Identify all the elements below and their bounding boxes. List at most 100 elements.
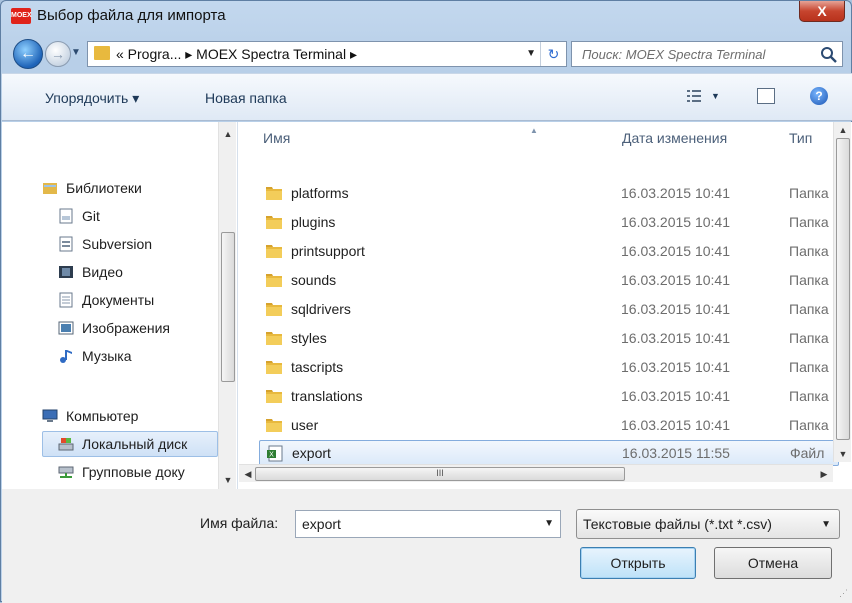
file-list-vertical-scrollbar[interactable]: ▲ ▼ (833, 122, 851, 462)
file-row[interactable]: printsupport 16.03.2015 10:41 Папка (259, 239, 839, 265)
nav-item-label: Компьютер (66, 408, 139, 424)
folder-icon (266, 390, 282, 403)
nav-scrollbar[interactable]: ▲ ▼ (218, 122, 236, 489)
app-icon: MOEX (11, 8, 32, 24)
help-icon[interactable]: ? (810, 87, 828, 105)
scroll-up-icon[interactable]: ▲ (834, 122, 852, 138)
file-row[interactable]: X export 16.03.2015 11:55 Файл (259, 440, 839, 466)
address-path[interactable]: « Progra... ▸ MOEX Spectra Terminal ▸ (116, 46, 357, 63)
nav-item-local-disk[interactable]: Локальный диск (42, 431, 218, 457)
file-name: export (292, 445, 331, 461)
file-type: Папка (789, 272, 829, 288)
column-header-date[interactable]: Дата изменения (622, 130, 727, 158)
nav-item-libraries[interactable]: Библиотеки (42, 175, 142, 201)
file-row[interactable]: sounds 16.03.2015 10:41 Папка (259, 268, 839, 294)
view-options-icon[interactable] (686, 88, 702, 104)
nav-item-subversion[interactable]: Subversion (58, 231, 152, 257)
scroll-down-icon[interactable]: ▼ (219, 472, 237, 488)
file-date: 16.03.2015 10:41 (621, 243, 730, 259)
file-name: styles (291, 330, 327, 346)
scroll-up-icon[interactable]: ▲ (219, 126, 237, 142)
file-date: 16.03.2015 10:41 (621, 272, 730, 288)
dialog-footer: Имя файла: export ▼ Текстовые файлы (*.t… (2, 489, 852, 603)
file-type: Папка (789, 214, 829, 230)
new-folder-button[interactable]: Новая папка (205, 90, 287, 106)
nav-item-music[interactable]: Музыка (58, 343, 132, 369)
nav-item-pictures[interactable]: Изображения (58, 315, 170, 341)
nav-item-git[interactable]: Git (58, 203, 100, 229)
file-row[interactable]: sqldrivers 16.03.2015 10:41 Папка (259, 297, 839, 323)
file-type: Папка (789, 417, 829, 433)
refresh-button[interactable]: ↻ (540, 42, 566, 66)
vertical-scroll-thumb[interactable] (836, 138, 850, 440)
nav-item-video[interactable]: Видео (58, 259, 123, 285)
nav-item-network-drive[interactable]: Групповые доку (58, 459, 185, 485)
file-type: Файл (790, 445, 825, 461)
file-row[interactable]: styles 16.03.2015 10:41 Папка (259, 326, 839, 352)
address-dropdown-icon[interactable]: ▼ (526, 48, 536, 59)
file-date: 16.03.2015 10:41 (621, 185, 730, 201)
file-type-filter[interactable]: Текстовые файлы (*.txt *.csv) ▼ (576, 509, 840, 539)
file-row[interactable]: platforms 16.03.2015 10:41 Папка (259, 181, 839, 207)
nav-item-label: Видео (82, 264, 123, 280)
file-date: 16.03.2015 10:41 (621, 417, 730, 433)
documents-icon (59, 292, 73, 308)
file-row[interactable]: plugins 16.03.2015 10:41 Папка (259, 210, 839, 236)
back-button[interactable]: ← (13, 39, 43, 69)
file-name: user (291, 417, 319, 433)
csv-file-icon: X (267, 445, 283, 462)
nav-item-label: Музыка (82, 348, 132, 364)
nav-item-documents[interactable]: Документы (58, 287, 154, 313)
scroll-down-icon[interactable]: ▼ (834, 446, 852, 462)
file-row[interactable]: translations 16.03.2015 10:41 Папка (259, 384, 839, 410)
music-icon (60, 350, 72, 363)
file-name: platforms (291, 185, 349, 201)
file-row[interactable]: tascripts 16.03.2015 10:41 Папка (259, 355, 839, 381)
cancel-button[interactable]: Отмена (714, 547, 832, 579)
nav-scroll-thumb[interactable] (221, 232, 235, 382)
local-disk-icon (58, 438, 74, 451)
column-header-type[interactable]: Тип (789, 130, 812, 158)
file-date: 16.03.2015 10:41 (621, 359, 730, 375)
forward-button[interactable]: → (45, 41, 71, 67)
folder-icon (266, 303, 282, 316)
folder-icon (266, 361, 282, 374)
sort-ascending-icon: ▲ (530, 126, 538, 135)
file-row[interactable]: user 16.03.2015 10:41 Папка (259, 413, 839, 439)
horizontal-scroll-thumb[interactable]: III (255, 467, 625, 481)
file-type: Папка (789, 185, 829, 201)
title-bar[interactable]: MOEX Выбор файла для импорта X (1, 1, 851, 35)
file-date: 16.03.2015 10:41 (621, 388, 730, 404)
folder-icon (266, 274, 282, 287)
file-list-horizontal-scrollbar[interactable]: ◀ III ▶ (239, 464, 833, 482)
nav-item-label: Групповые доку (82, 464, 185, 480)
navigation-pane: Библиотеки Git Subversion Видео Документ… (2, 122, 238, 489)
filter-dropdown-icon[interactable]: ▼ (821, 519, 831, 530)
filename-label: Имя файла: (200, 515, 279, 531)
nav-item-label: Изображения (82, 320, 170, 336)
open-button[interactable]: Открыть (580, 547, 696, 579)
filename-dropdown-icon[interactable]: ▼ (544, 518, 554, 529)
column-header-name[interactable]: Имя (263, 130, 290, 158)
video-icon (59, 266, 73, 278)
preview-pane-icon[interactable] (757, 88, 775, 104)
address-bar-row: ← → ▼ « Progra... ▸ MOEX Spectra Termina… (11, 37, 843, 71)
file-type: Папка (789, 388, 829, 404)
filename-value[interactable]: export (302, 516, 341, 532)
address-field[interactable]: « Progra... ▸ MOEX Spectra Terminal ▸ ▼ … (87, 41, 567, 67)
close-button[interactable]: X (799, 1, 845, 22)
history-dropdown-icon[interactable]: ▼ (71, 47, 81, 58)
search-input[interactable]: Поиск: MOEX Spectra Terminal (571, 41, 843, 67)
file-name: tascripts (291, 359, 344, 375)
nav-item-computer[interactable]: Компьютер (42, 403, 138, 429)
scroll-right-icon[interactable]: ▶ (815, 466, 833, 482)
search-icon[interactable] (820, 46, 838, 64)
resize-grip-icon[interactable]: ⋰ (839, 588, 848, 599)
filename-field[interactable]: export ▼ (295, 510, 561, 538)
network-drive-icon (58, 466, 74, 478)
libraries-icon (43, 183, 57, 194)
file-name: sounds (291, 272, 337, 288)
organize-button[interactable]: Упорядочить ▾ (45, 90, 139, 107)
view-dropdown-icon[interactable]: ▼ (711, 91, 720, 101)
filter-value: Текстовые файлы (*.txt *.csv) (583, 516, 772, 532)
